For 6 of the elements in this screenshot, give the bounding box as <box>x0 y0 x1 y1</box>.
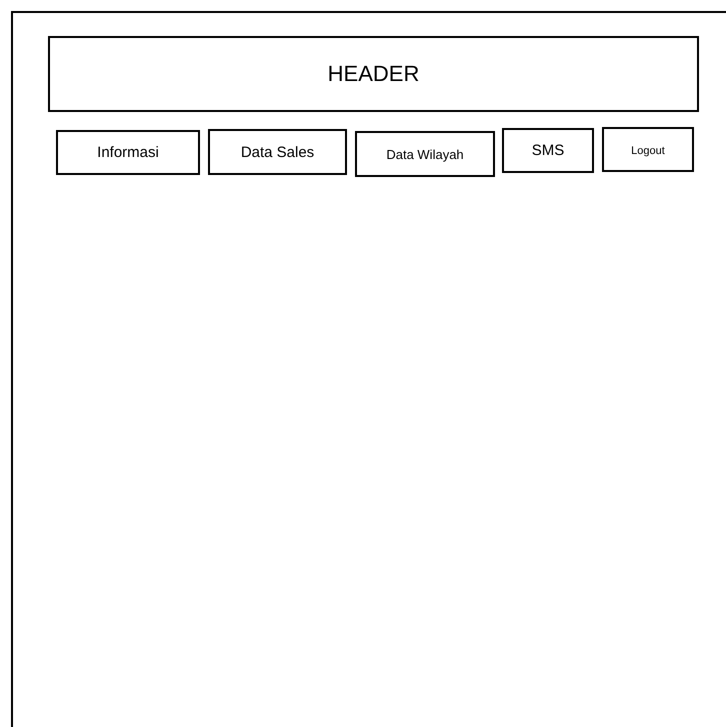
menu-button[interactable]: Data Sales <box>208 129 347 175</box>
header-banner: HEADER <box>48 36 699 112</box>
menu-button[interactable]: Informasi <box>56 130 200 175</box>
menu-button[interactable]: SMS <box>502 128 594 173</box>
menu-button[interactable]: Logout <box>602 127 694 172</box>
menu-button[interactable]: Data Wilayah <box>355 131 495 177</box>
